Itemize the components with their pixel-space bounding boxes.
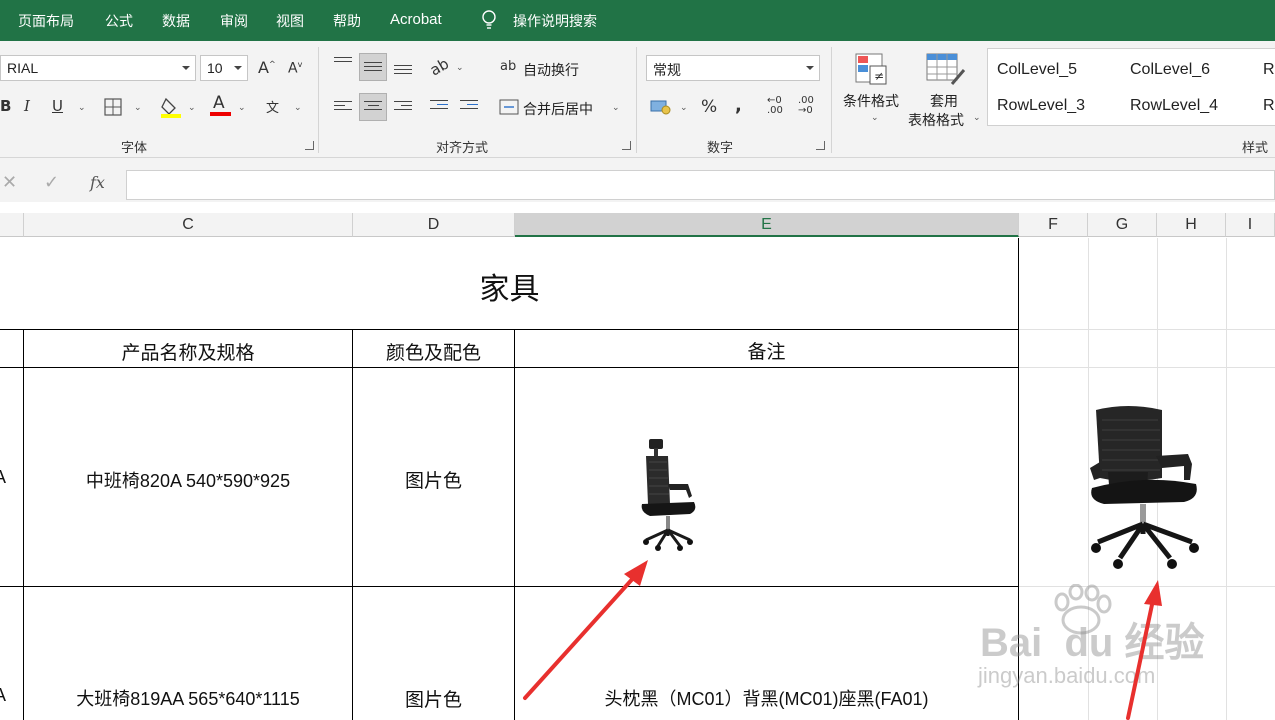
annotation-arrows	[523, 560, 1162, 720]
red-arrow-1	[523, 573, 638, 700]
red-arrow-2	[1126, 598, 1155, 720]
red-arrowhead-2	[1144, 580, 1162, 606]
